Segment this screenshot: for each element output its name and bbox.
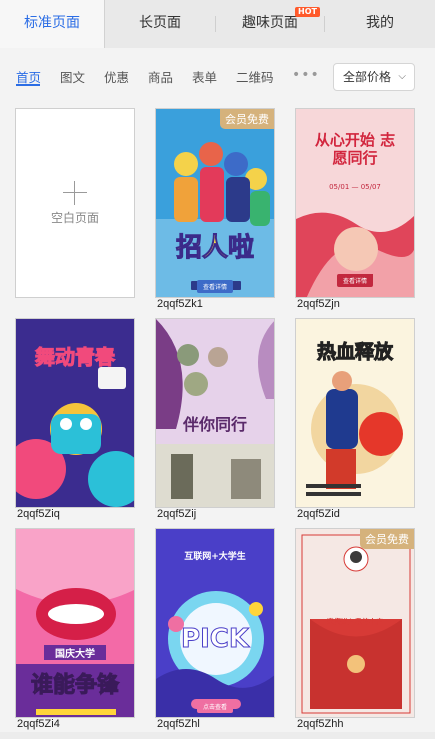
template-code: 2qqf5Zjn	[297, 298, 340, 310]
template-card[interactable]: 从心开始 志愿同行 05/01 — 05/07 查看详情	[295, 108, 415, 298]
poster-date: 05/01 — 05/07	[329, 183, 381, 191]
template-code: 2qqf5Zid	[297, 508, 340, 520]
blank-page-label: 空白页面	[50, 211, 99, 225]
top-tab-bar: 标准页面 长页面 趣味页面 HOT 我的	[0, 0, 435, 49]
poster-title: 邀您进入我的小店	[327, 618, 383, 626]
template-code: 2qqf5Zi4	[17, 718, 60, 730]
poster-title: 谁能争锋	[30, 673, 119, 699]
poster-title: 舞动青春	[35, 345, 116, 370]
poster-button: 点击查看	[196, 700, 234, 713]
template-card[interactable]: 邀您进入我的小店 会员免费	[295, 528, 415, 718]
filter-image-text[interactable]: 图文	[60, 67, 85, 86]
tab-mine[interactable]: 我的	[325, 0, 435, 48]
poster-subtitle: 国庆大学	[44, 645, 106, 660]
template-code: 2qqf5Ziq	[17, 508, 60, 520]
poster-title: PICK	[181, 624, 250, 655]
poster-title: 伴你同行	[182, 415, 247, 434]
member-free-badge: 会员免费	[360, 529, 414, 549]
filter-form[interactable]: 表单	[192, 67, 217, 86]
chevron-down-icon: ⌵	[398, 71, 406, 82]
tab-standard-page[interactable]: 标准页面	[0, 0, 105, 49]
template-card[interactable]: 互联网+大学生 PICK 点击查看	[155, 528, 275, 718]
poster-button: 查看详情	[196, 280, 234, 293]
template-card[interactable]: 招人啦 查看详情 会员免费	[155, 108, 275, 298]
filter-discount[interactable]: 优惠	[104, 67, 129, 86]
template-card[interactable]: 热血释放	[295, 318, 415, 508]
poster-subtitle: 互联网+大学生	[184, 552, 246, 562]
hot-badge: HOT	[295, 7, 320, 17]
active-filter-underline	[16, 84, 40, 86]
page-bottom-edge	[0, 732, 435, 739]
filter-qrcode[interactable]: 二维码	[236, 67, 274, 86]
more-icon[interactable]: •••	[292, 67, 320, 83]
price-filter-select[interactable]: 全部价格 ⌵	[333, 63, 415, 91]
template-code: 2qqf5Zk1	[157, 298, 203, 310]
filter-product[interactable]: 商品	[148, 67, 173, 86]
template-card[interactable]: 国庆大学 谁能争锋	[15, 528, 135, 718]
poster-title: 热血释放	[316, 341, 393, 364]
template-code: 2qqf5Zhh	[297, 718, 344, 730]
tab-long-page[interactable]: 长页面	[105, 0, 215, 48]
template-card[interactable]: 舞动青春	[15, 318, 135, 508]
member-free-badge: 会员免费	[220, 109, 274, 129]
poster-button: 查看详情	[336, 274, 374, 287]
template-code: 2qqf5Zij	[157, 508, 197, 520]
blank-page-card[interactable]: 空白页面	[15, 108, 135, 298]
poster-title: 从心开始 志愿同行	[314, 131, 396, 167]
template-code: 2qqf5Zhl	[157, 718, 200, 730]
poster-title: 招人啦	[175, 233, 254, 264]
plus-icon	[63, 181, 87, 205]
price-filter-value: 全部价格	[343, 70, 392, 84]
template-thumbnail	[156, 109, 274, 297]
template-card[interactable]: 伴你同行	[155, 318, 275, 508]
